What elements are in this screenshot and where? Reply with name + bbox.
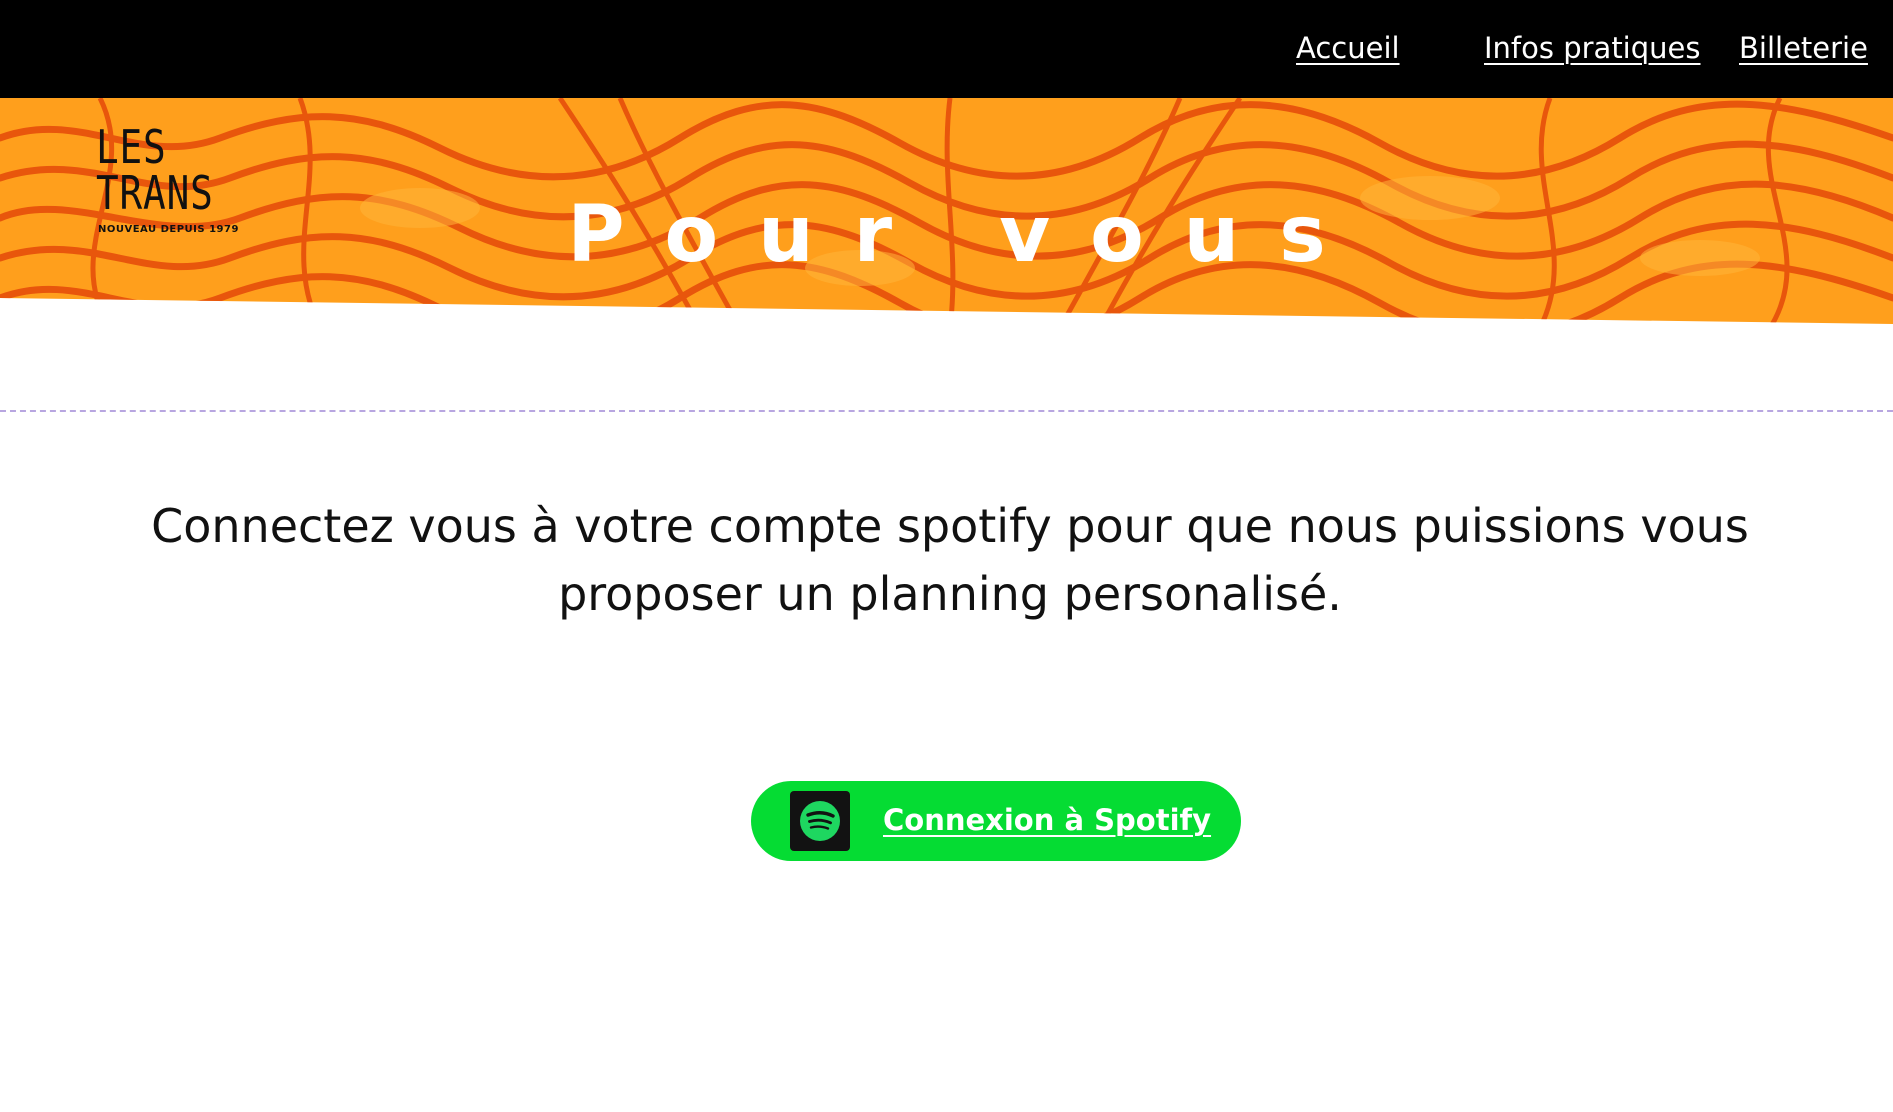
spotify-intro-text: Connectez vous à votre compte spotify po… <box>151 499 1749 621</box>
page-title: Pour vous <box>567 190 1366 281</box>
nav-link-billeterie[interactable]: Billeterie <box>1739 28 1868 68</box>
spotify-icon <box>790 791 850 851</box>
nav-link-infos-pratiques[interactable]: Infos pratiques <box>1484 28 1700 68</box>
nav-link-accueil[interactable]: Accueil <box>1296 28 1400 68</box>
section-divider <box>0 410 1893 412</box>
spotify-button-label: Connexion à Spotify <box>883 803 1212 837</box>
spotify-login-button[interactable]: Connexion à Spotify <box>751 781 1241 861</box>
hero-banner: LES TRANS NOUVEAU DEPUIS 1979 Pour vous <box>0 98 1893 328</box>
top-navigation: Accueil Infos pratiques Billeterie <box>0 0 1893 98</box>
logo-line-les: LES <box>96 120 167 174</box>
page: Accueil Infos pratiques Billeterie LES T… <box>0 0 1893 1112</box>
